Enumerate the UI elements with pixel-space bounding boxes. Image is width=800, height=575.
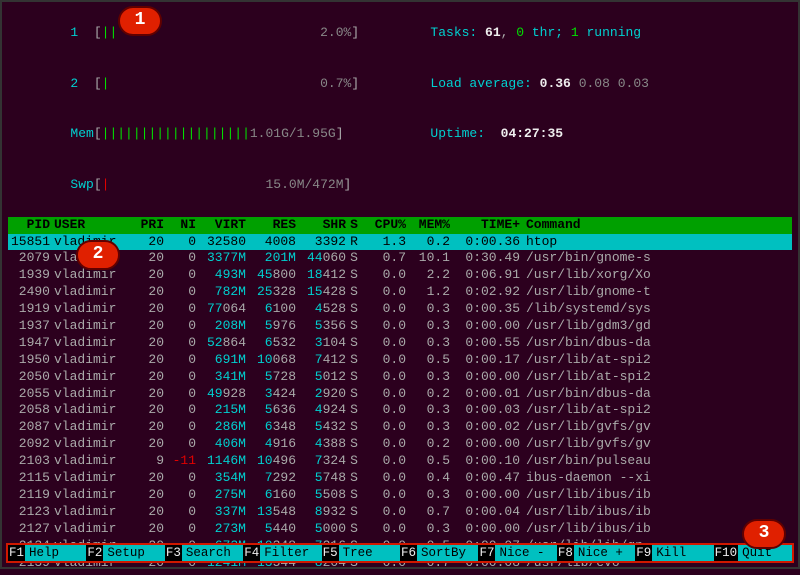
header-s[interactable]: S xyxy=(346,217,362,234)
footer-sortby[interactable]: F6SortBy xyxy=(400,545,478,561)
table-row[interactable]: 2055vladimir2004992834242920S0.00.20:00.… xyxy=(8,386,792,403)
mem-bar: ||||||||||||||||||| xyxy=(102,126,250,141)
table-row[interactable]: 2058vladimir200215M56364924S0.00.30:00.0… xyxy=(8,402,792,419)
swp-label: Swp xyxy=(70,177,93,192)
mem-label: Mem xyxy=(70,126,93,141)
table-row[interactable]: 2490vladimir200782M2532815428S0.01.20:02… xyxy=(8,284,792,301)
header-ni[interactable]: NI xyxy=(164,217,196,234)
table-row[interactable]: 2087vladimir200286M63485432S0.00.30:00.0… xyxy=(8,419,792,436)
annotation-marker-2: 2 xyxy=(76,240,120,270)
table-row[interactable]: 1947vladimir2005286465323104S0.00.30:00.… xyxy=(8,335,792,352)
footer-kill[interactable]: F9Kill xyxy=(635,545,713,561)
tasks-thr: 0 xyxy=(516,25,524,40)
annotation-marker-3: 3 xyxy=(742,519,786,549)
header-shr[interactable]: SHR xyxy=(296,217,346,234)
header-virt[interactable]: VIRT xyxy=(196,217,246,234)
tasks-total: 61 xyxy=(485,25,501,40)
footer-nice--[interactable]: F7Nice - xyxy=(478,545,556,561)
footer-tree[interactable]: F5Tree xyxy=(322,545,400,561)
footer-bar[interactable]: F1HelpF2SetupF3SearchF4FilterF5TreeF6Sor… xyxy=(6,543,794,563)
mem-val: 1.01G/1.95G xyxy=(250,126,336,141)
table-row[interactable]: 2115vladimir200354M72925748S0.00.40:00.4… xyxy=(8,470,792,487)
table-row[interactable]: 2092vladimir200406M49164388S0.00.20:00.0… xyxy=(8,436,792,453)
footer-search[interactable]: F3Search xyxy=(165,545,243,561)
footer-nice-+[interactable]: F8Nice + xyxy=(557,545,635,561)
table-row[interactable]: 15851vladimir2003258040083392R1.30.20:00… xyxy=(8,234,792,251)
table-row[interactable]: 2123vladimir200337M135488932S0.00.70:00.… xyxy=(8,504,792,521)
header-pid[interactable]: PID xyxy=(8,217,54,234)
summary-panel: 1 [|| 2.0%] Tasks: 61, 0 thr; 1 running … xyxy=(8,6,792,217)
load-label: Load average: xyxy=(430,76,531,91)
table-row[interactable]: 2127vladimir200273M54405000S0.00.30:00.0… xyxy=(8,521,792,538)
table-row[interactable]: 1939vladimir200493M4580018412S0.02.20:06… xyxy=(8,267,792,284)
header-res[interactable]: RES xyxy=(246,217,296,234)
table-row[interactable]: 1937vladimir200208M59765356S0.00.30:00.0… xyxy=(8,318,792,335)
process-list[interactable]: 15851vladimir2003258040083392R1.30.20:00… xyxy=(8,234,792,572)
footer-help[interactable]: F1Help xyxy=(8,545,86,561)
column-headers[interactable]: PID USER PRI NI VIRT RES SHR S CPU% MEM%… xyxy=(8,217,792,234)
header-cpu[interactable]: CPU% xyxy=(362,217,406,234)
table-row[interactable]: 1919vladimir2007706461004528S0.00.30:00.… xyxy=(8,301,792,318)
header-mem[interactable]: MEM% xyxy=(406,217,450,234)
header-cmd[interactable]: Command xyxy=(520,217,792,234)
cpu1-pct: 2.0% xyxy=(320,25,351,40)
footer-filter[interactable]: F4Filter xyxy=(243,545,321,561)
table-row[interactable]: 2050vladimir200341M57285012S0.00.30:00.0… xyxy=(8,369,792,386)
table-row[interactable]: 1950vladimir200691M100687412S0.00.50:00.… xyxy=(8,352,792,369)
uptime-label: Uptime: xyxy=(430,126,485,141)
tasks-running: 1 xyxy=(571,25,579,40)
load3: 0.03 xyxy=(618,76,649,91)
table-row[interactable]: 2103vladimir9-111146M104967324S0.00.50:0… xyxy=(8,453,792,470)
cpu2-pct: 0.7% xyxy=(320,76,351,91)
tasks-label: Tasks: xyxy=(430,25,477,40)
uptime-val: 04:27:35 xyxy=(501,126,563,141)
cpu1-bar: || xyxy=(102,25,118,40)
header-pri[interactable]: PRI xyxy=(126,217,164,234)
table-row[interactable]: 2079vladimir2003377M201M44060S0.710.10:3… xyxy=(8,250,792,267)
header-time[interactable]: TIME+ xyxy=(450,217,520,234)
load2: 0.08 xyxy=(579,76,610,91)
table-row[interactable]: 2119vladimir200275M61605508S0.00.30:00.0… xyxy=(8,487,792,504)
footer-setup[interactable]: F2Setup xyxy=(86,545,164,561)
swp-val: 15.0M/472M xyxy=(265,177,343,192)
header-user[interactable]: USER xyxy=(54,217,126,234)
annotation-marker-1: 1 xyxy=(118,6,162,36)
load1: 0.36 xyxy=(540,76,571,91)
